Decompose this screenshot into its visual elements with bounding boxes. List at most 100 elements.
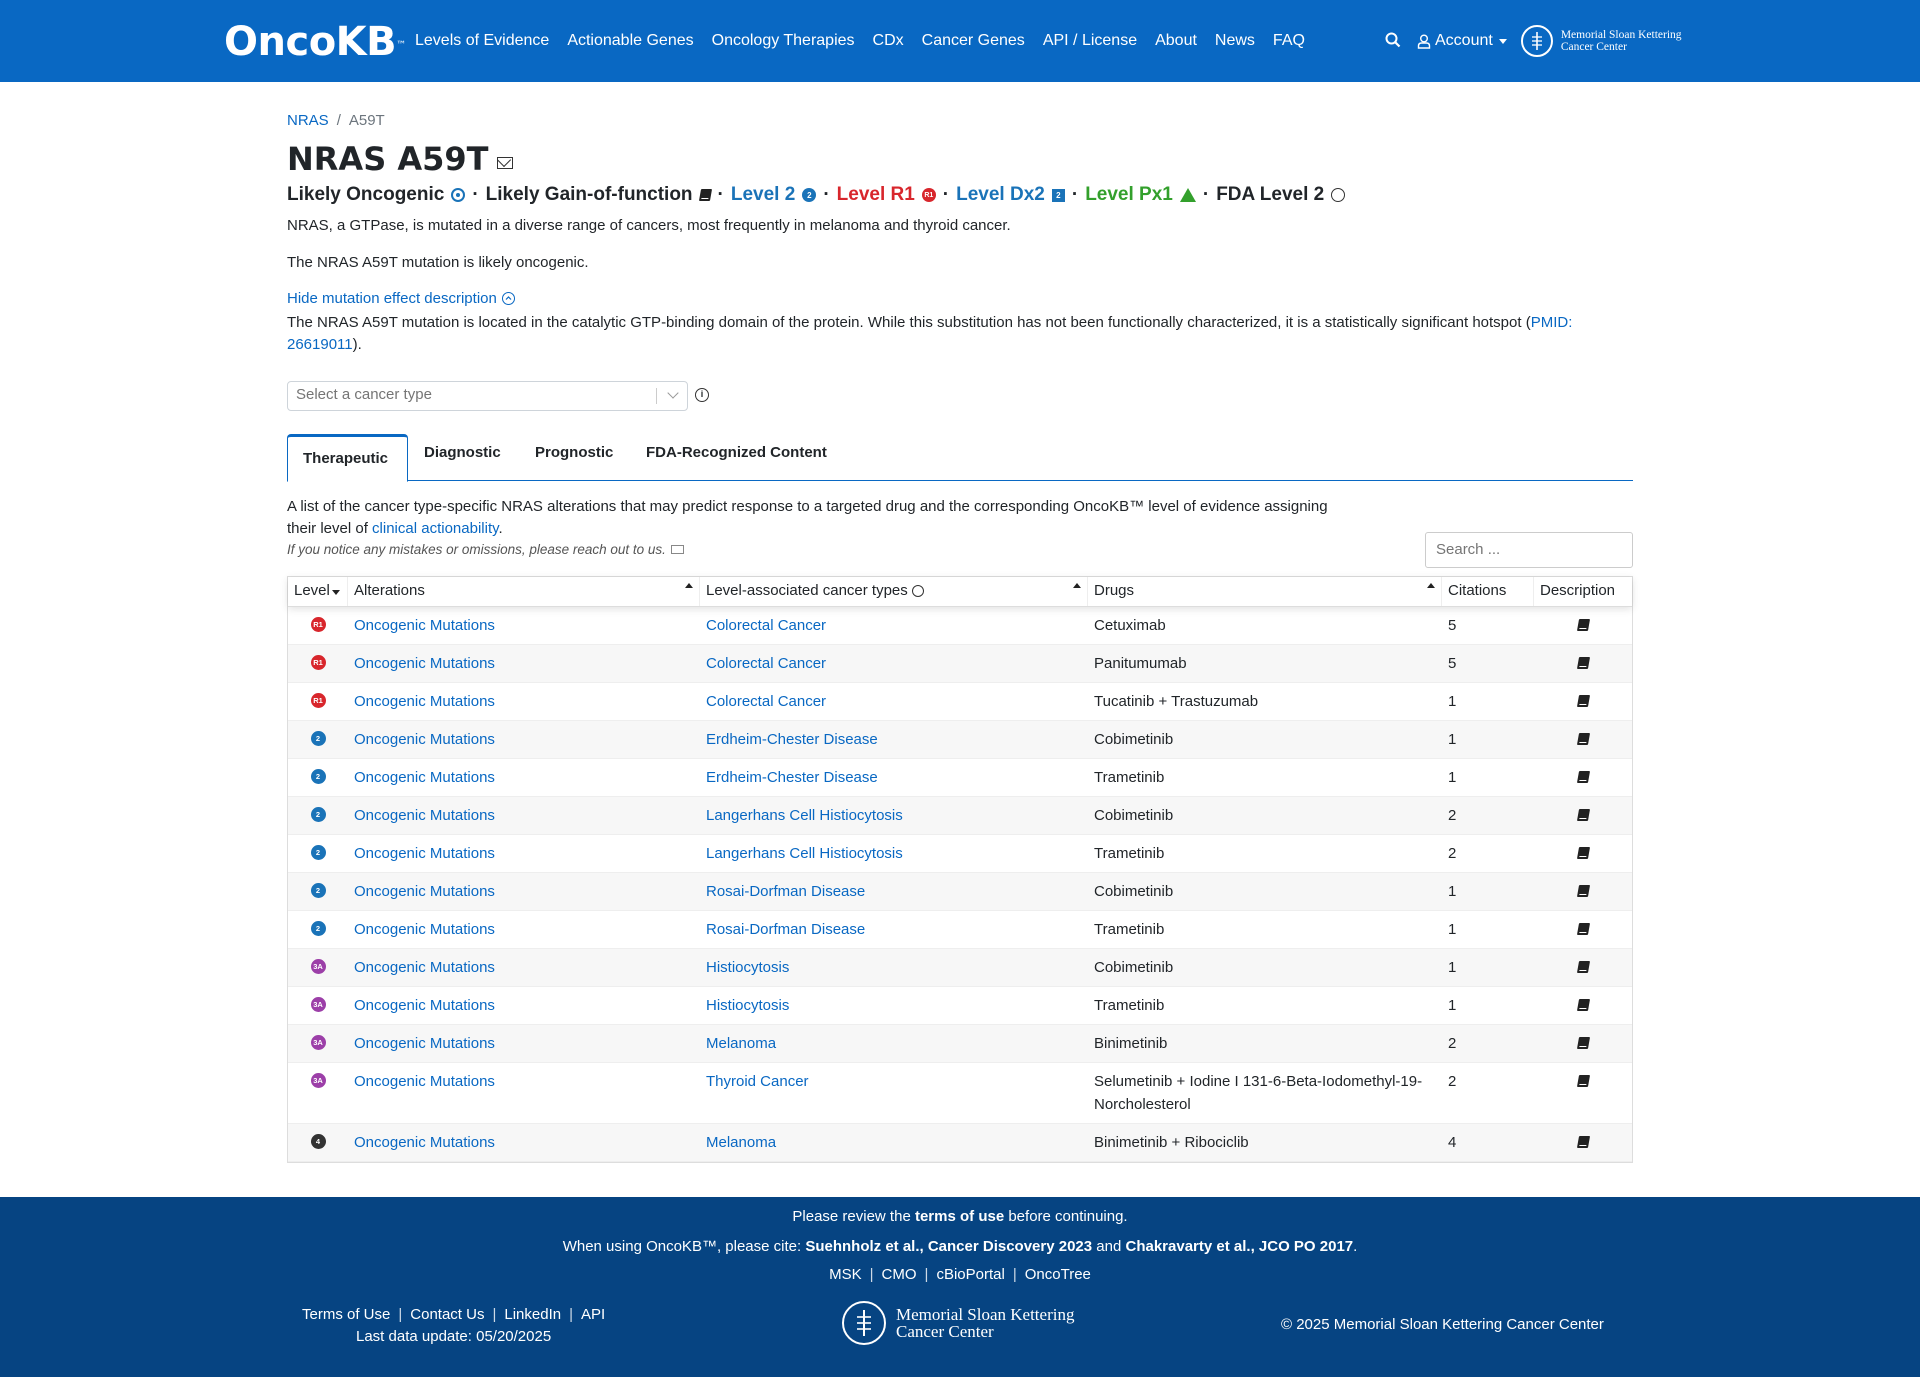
book-icon[interactable]: [1576, 657, 1590, 669]
alteration-link[interactable]: Oncogenic Mutations: [354, 1073, 495, 1090]
msk-link[interactable]: MSK: [829, 1266, 862, 1283]
book-icon[interactable]: [698, 189, 712, 201]
alteration-link[interactable]: Oncogenic Mutations: [354, 959, 495, 976]
alteration-link[interactable]: Oncogenic Mutations: [354, 731, 495, 748]
level-badge-icon[interactable]: 2: [310, 731, 326, 746]
cancer-type-link[interactable]: Colorectal Cancer: [706, 655, 826, 672]
cancer-type-select[interactable]: Select a cancer type: [287, 381, 688, 411]
level-badge-icon[interactable]: 2: [310, 769, 326, 784]
clinical-actionability-link[interactable]: clinical actionability: [372, 520, 498, 537]
mail-icon[interactable]: [670, 545, 684, 554]
level-badge-icon[interactable]: R1: [310, 617, 326, 632]
cancer-type-link[interactable]: Rosai-Dorfman Disease: [706, 921, 865, 938]
nav-cancer-genes[interactable]: Cancer Genes: [922, 32, 1025, 50]
search-icon[interactable]: [1385, 32, 1403, 50]
alteration-link[interactable]: Oncogenic Mutations: [354, 921, 495, 938]
account-menu[interactable]: Account: [1417, 32, 1507, 50]
header-alterations[interactable]: Alterations: [348, 577, 700, 606]
level-2-label[interactable]: Level 2: [731, 184, 795, 206]
level-dx2-label[interactable]: Level Dx2: [956, 184, 1045, 206]
terms-of-use-link[interactable]: terms of use: [915, 1208, 1004, 1225]
cancer-type-link[interactable]: Melanoma: [706, 1035, 776, 1052]
fda-level-label[interactable]: FDA Level 2: [1216, 184, 1324, 206]
alteration-link[interactable]: Oncogenic Mutations: [354, 997, 495, 1014]
alteration-link[interactable]: Oncogenic Mutations: [354, 655, 495, 672]
level-badge-icon[interactable]: R1: [310, 693, 326, 708]
level-badge-icon[interactable]: 2: [310, 921, 326, 936]
tab-prognostic[interactable]: Prognostic: [520, 433, 628, 481]
tab-diagnostic[interactable]: Diagnostic: [409, 433, 516, 481]
oncokb-logo[interactable]: OncoKB™: [224, 20, 406, 64]
cancer-type-link[interactable]: Colorectal Cancer: [706, 693, 826, 710]
nav-faq[interactable]: FAQ: [1273, 32, 1305, 50]
footer-contact-link[interactable]: Contact Us: [410, 1304, 484, 1326]
book-icon[interactable]: [1576, 619, 1590, 631]
book-icon[interactable]: [1576, 1075, 1590, 1087]
cancer-type-link[interactable]: Langerhans Cell Histiocytosis: [706, 845, 903, 862]
level-badge-icon[interactable]: 3A: [310, 1073, 326, 1088]
alteration-link[interactable]: Oncogenic Mutations: [354, 807, 495, 824]
book-icon[interactable]: [1576, 809, 1590, 821]
book-icon[interactable]: [1576, 733, 1590, 745]
level-px1-label[interactable]: Level Px1: [1085, 184, 1173, 206]
nav-cdx[interactable]: CDx: [873, 32, 904, 50]
breadcrumb-gene-link[interactable]: NRAS: [287, 112, 329, 129]
cancer-type-link[interactable]: Langerhans Cell Histiocytosis: [706, 807, 903, 824]
nav-levels-of-evidence[interactable]: Levels of Evidence: [415, 32, 549, 50]
tab-fda-recognized[interactable]: FDA-Recognized Content: [631, 433, 842, 481]
footer-msk-logo[interactable]: Memorial Sloan Kettering Cancer Center: [842, 1301, 1074, 1345]
cmo-link[interactable]: CMO: [882, 1266, 917, 1283]
mail-icon[interactable]: [496, 157, 513, 169]
nav-news[interactable]: News: [1215, 32, 1255, 50]
nav-actionable-genes[interactable]: Actionable Genes: [567, 32, 693, 50]
level-badge-icon[interactable]: 2: [310, 807, 326, 822]
cancer-type-link[interactable]: Erdheim-Chester Disease: [706, 769, 878, 786]
footer-linkedin-link[interactable]: LinkedIn: [504, 1304, 561, 1326]
cbioportal-link[interactable]: cBioPortal: [936, 1266, 1004, 1283]
book-icon[interactable]: [1576, 771, 1590, 783]
cancer-type-link[interactable]: Erdheim-Chester Disease: [706, 731, 878, 748]
nav-about[interactable]: About: [1155, 32, 1197, 50]
cancer-type-link[interactable]: Histiocytosis: [706, 959, 789, 976]
level-badge-icon[interactable]: 2: [310, 883, 326, 898]
header-drugs[interactable]: Drugs: [1088, 577, 1442, 606]
info-icon[interactable]: i: [695, 388, 709, 402]
book-icon[interactable]: [1576, 885, 1590, 897]
book-icon[interactable]: [1576, 1136, 1590, 1148]
citation-2-link[interactable]: Chakravarty et al., JCO PO 2017: [1126, 1238, 1354, 1255]
info-icon[interactable]: [911, 585, 924, 598]
book-icon[interactable]: [1576, 961, 1590, 973]
header-level[interactable]: Level: [288, 577, 348, 606]
level-r1-label[interactable]: Level R1: [837, 184, 915, 206]
footer-terms-link[interactable]: Terms of Use: [302, 1304, 390, 1326]
level-badge-icon[interactable]: 3A: [310, 1035, 326, 1050]
msk-logo[interactable]: Memorial Sloan Kettering Cancer Center: [1520, 25, 1682, 57]
oncotree-link[interactable]: OncoTree: [1025, 1266, 1091, 1283]
book-icon[interactable]: [1576, 999, 1590, 1011]
citation-1-link[interactable]: Suehnholz et al., Cancer Discovery 2023: [805, 1238, 1092, 1255]
toggle-mutation-effect-link[interactable]: Hide mutation effect description: [287, 290, 515, 307]
cancer-type-link[interactable]: Histiocytosis: [706, 997, 789, 1014]
cancer-type-link[interactable]: Melanoma: [706, 1134, 776, 1151]
alteration-link[interactable]: Oncogenic Mutations: [354, 845, 495, 862]
level-badge-icon[interactable]: 3A: [310, 959, 326, 974]
nav-api-license[interactable]: API / License: [1043, 32, 1137, 50]
fda-info-icon[interactable]: [1331, 188, 1346, 202]
alteration-link[interactable]: Oncogenic Mutations: [354, 1134, 495, 1151]
level-badge-icon[interactable]: R1: [310, 655, 326, 670]
cancer-type-link[interactable]: Thyroid Cancer: [706, 1073, 809, 1090]
cancer-type-link[interactable]: Colorectal Cancer: [706, 617, 826, 634]
nav-oncology-therapies[interactable]: Oncology Therapies: [712, 32, 855, 50]
table-search-input[interactable]: Search ...: [1425, 532, 1633, 568]
book-icon[interactable]: [1576, 1037, 1590, 1049]
book-icon[interactable]: [1576, 695, 1590, 707]
tab-therapeutic[interactable]: Therapeutic: [287, 434, 408, 482]
level-badge-icon[interactable]: 3A: [310, 997, 326, 1012]
alteration-link[interactable]: Oncogenic Mutations: [354, 769, 495, 786]
header-cancer-types[interactable]: Level-associated cancer types: [700, 577, 1088, 606]
alteration-link[interactable]: Oncogenic Mutations: [354, 617, 495, 634]
alteration-link[interactable]: Oncogenic Mutations: [354, 883, 495, 900]
header-citations[interactable]: Citations: [1442, 577, 1534, 606]
alteration-link[interactable]: Oncogenic Mutations: [354, 1035, 495, 1052]
book-icon[interactable]: [1576, 847, 1590, 859]
